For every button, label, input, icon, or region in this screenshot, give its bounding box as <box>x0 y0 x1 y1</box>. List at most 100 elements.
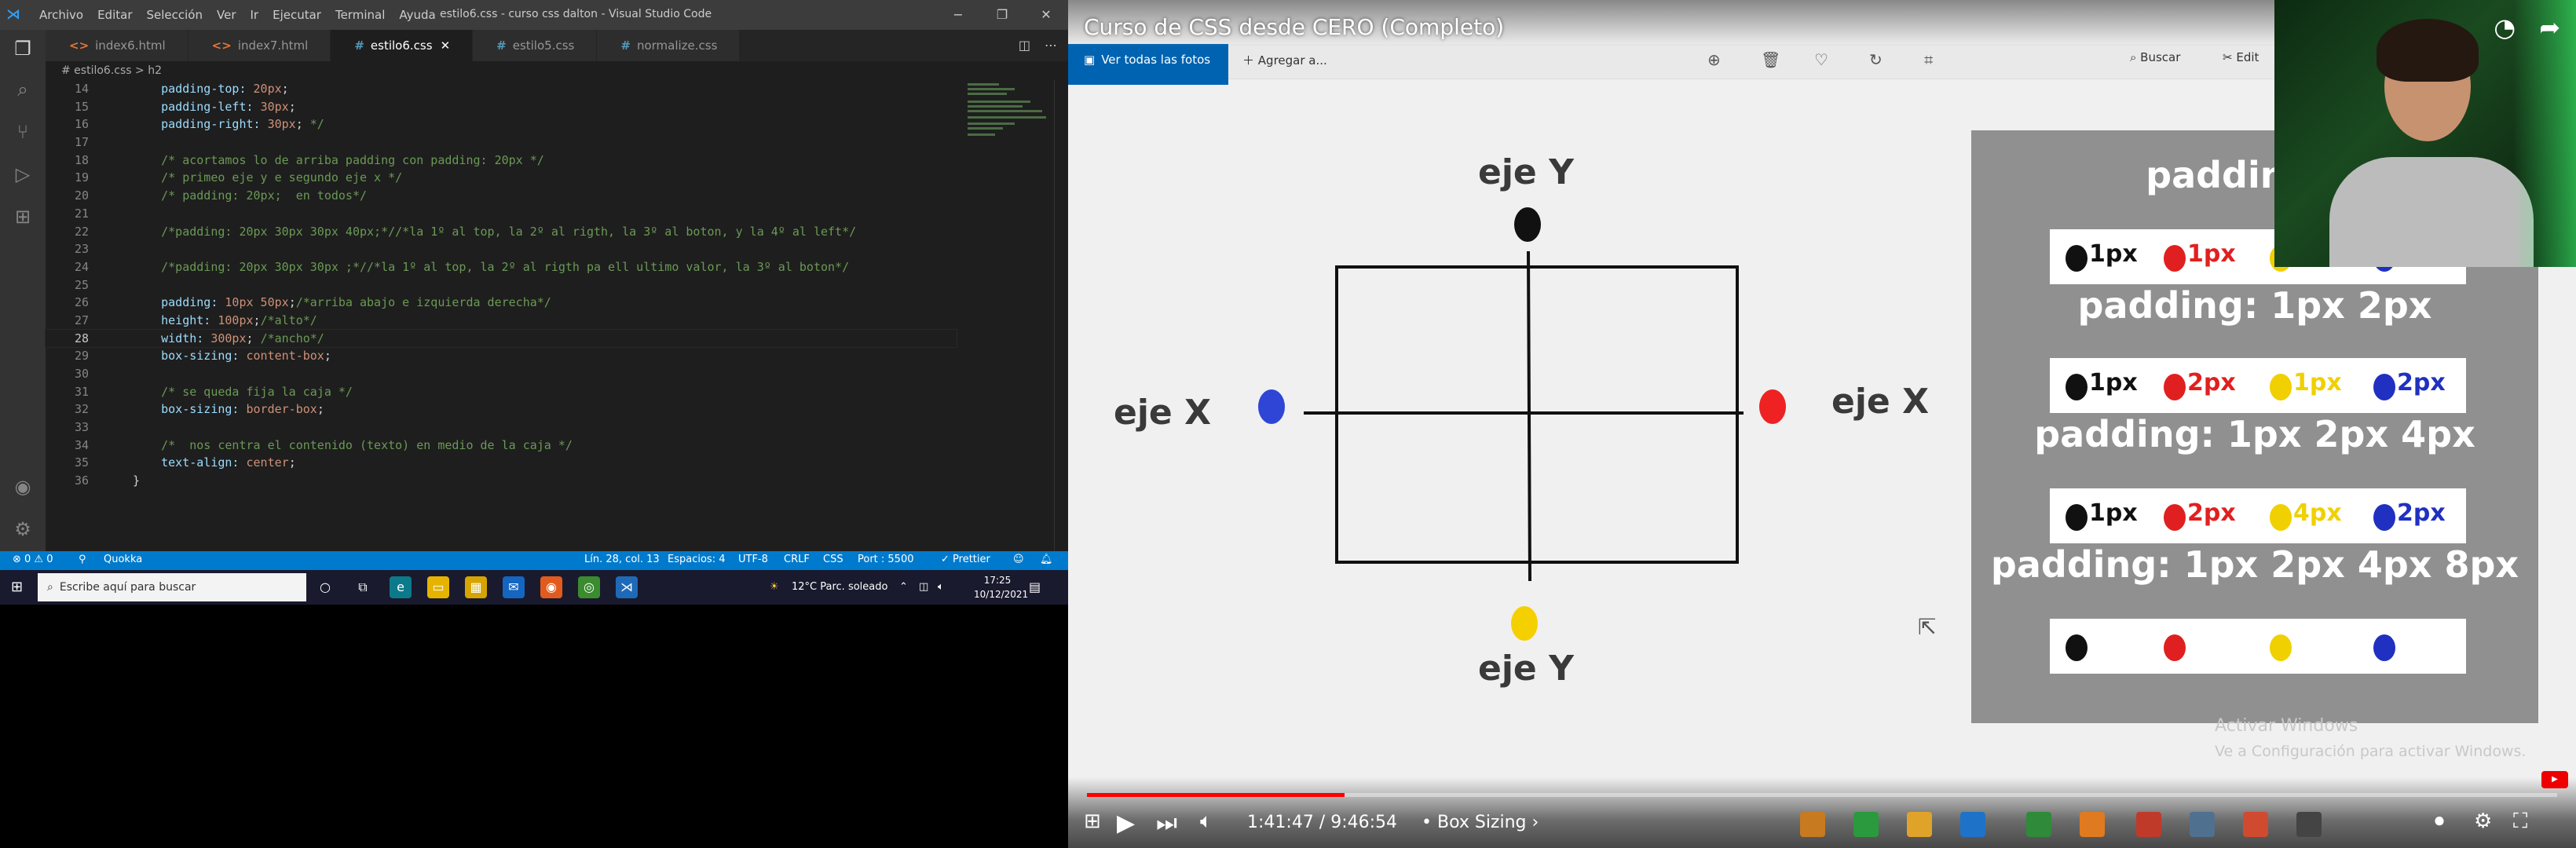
code-line[interactable]: 15 padding-left: 30px; <box>46 98 957 116</box>
maximize-button[interactable]: ❐ <box>980 0 1024 30</box>
explorer-icon[interactable]: ❐ <box>10 36 35 61</box>
store-icon[interactable]: ▦ <box>465 576 487 598</box>
source-control-icon[interactable]: ⑂ <box>10 119 35 144</box>
volume-icon[interactable]: 🔈︎ <box>1200 810 1213 834</box>
breadcrumb[interactable]: # estilo6.css > h2 <box>46 61 162 80</box>
settings-gear-icon[interactable]: ⚙ <box>2474 810 2492 833</box>
chrome-icon[interactable]: ◎ <box>578 576 600 598</box>
autoplay-toggle[interactable]: ⏺︎ <box>2435 810 2444 832</box>
language-mode[interactable]: CSS <box>823 554 843 565</box>
problems-indicator[interactable]: ⊗ 0 ⚠ 0 <box>13 554 53 565</box>
extensions-icon[interactable]: ⊞ <box>10 204 35 229</box>
watch-later-icon[interactable]: ◔ <box>2494 13 2516 42</box>
code-line[interactable]: 31 /* se queda fija la caja */ <box>46 383 957 401</box>
minimize-button[interactable]: − <box>936 0 980 30</box>
code-line[interactable]: 36} <box>46 472 957 490</box>
code-line[interactable]: 35 text-align: center; <box>46 454 957 472</box>
action-center-icon[interactable]: ▤ <box>1029 579 1041 594</box>
code-line[interactable]: 25 <box>46 276 957 294</box>
zoom-icon[interactable]: ⊕ <box>1707 50 1721 69</box>
code-line[interactable]: 20 /* padding: 20px; en todos*/ <box>46 187 957 205</box>
code-line[interactable]: 27 height: 100px;/*alto*/ <box>46 312 957 330</box>
cursor-position[interactable]: Lín. 28, col. 13 <box>584 554 660 565</box>
code-line[interactable]: 32 box-sizing: border-box; <box>46 400 957 419</box>
chapter-title[interactable]: • Box Sizing › <box>1422 813 1539 832</box>
quokka-status[interactable]: Quokka <box>104 554 142 565</box>
code-line[interactable]: 18 /* acortamos lo de arriba padding con… <box>46 152 957 170</box>
menu-item-editar[interactable]: Editar <box>97 8 132 22</box>
tray-chevron-icon[interactable]: ⌃ <box>899 581 908 593</box>
tab-normalize-css[interactable]: # normalize.css <box>597 30 741 61</box>
photos-search[interactable]: ⌕ Buscar <box>2130 50 2180 64</box>
account-icon[interactable]: ◉ <box>10 474 35 499</box>
menu-item-archivo[interactable]: Archivo <box>39 8 83 22</box>
code-line[interactable]: 33 <box>46 419 957 437</box>
next-button[interactable]: ⏭︎ <box>1156 810 1177 837</box>
quokka-icon[interactable]: ⚲ <box>79 554 86 565</box>
play-button[interactable]: ▶ <box>1117 810 1135 837</box>
code-line[interactable]: 30 <box>46 365 957 383</box>
task-view-icon[interactable]: ⧉ <box>352 576 374 598</box>
vscode-taskbar-icon[interactable]: ⋊ <box>616 576 638 598</box>
run-debug-icon[interactable]: ▷ <box>10 162 35 187</box>
split-editor-icon[interactable]: ◫ <box>1019 30 1030 61</box>
settings-gear-icon[interactable]: ⚙ <box>10 517 35 542</box>
prettier-status[interactable]: ✓ Prettier <box>941 554 990 565</box>
mail-icon[interactable]: ✉ <box>503 576 525 598</box>
code-line[interactable]: 14 padding-top: 20px; <box>46 80 957 98</box>
menu-item-ejecutar[interactable]: Ejecutar <box>273 8 321 22</box>
tab-index6-html[interactable]: <> index6.html <box>46 30 188 61</box>
code-line[interactable]: 34 /* nos centra el contenido (texto) en… <box>46 437 957 455</box>
video-title[interactable]: Curso de CSS desde CERO (Completo) <box>1084 14 1504 40</box>
code-line[interactable]: 22 /*padding: 20px 30px 30px 40px;*//*la… <box>46 223 957 241</box>
close-window-button[interactable]: ✕ <box>1024 0 1068 30</box>
favorite-heart-icon[interactable]: ♡ <box>1814 50 1828 69</box>
close-tab-icon[interactable]: ✕ <box>441 38 451 53</box>
windows-start-icon[interactable]: ⊞ <box>11 579 27 595</box>
code-line[interactable]: 24 /*padding: 20px 30px 30px ;*//*la 1º … <box>46 258 957 276</box>
firefox-icon[interactable]: ◉ <box>540 576 562 598</box>
minimap[interactable] <box>960 80 1054 557</box>
indent-spaces[interactable]: Espacios: 4 <box>668 554 725 565</box>
delete-icon[interactable]: 🗑︎ <box>1761 50 1780 69</box>
tab-index7-html[interactable]: <> index7.html <box>188 30 331 61</box>
volume-icon[interactable]: 🔈︎ <box>938 581 944 593</box>
network-icon[interactable]: ◫ <box>919 581 928 593</box>
menu-item-terminal[interactable]: Terminal <box>335 8 385 22</box>
taskbar-clock[interactable]: 17:25 10/12/2021 <box>974 573 1028 601</box>
add-to-button[interactable]: ＋ Agregar a... <box>1242 52 1327 68</box>
tab-estilo5-css[interactable]: # estilo5.css <box>473 30 598 61</box>
notifications-bell-icon[interactable]: 🔔︎ <box>1040 554 1053 565</box>
menu-item-ver[interactable]: Ver <box>217 8 236 22</box>
photos-edit[interactable]: ✂ Edit <box>2223 50 2259 64</box>
file-explorer-icon[interactable]: ▭ <box>427 576 449 598</box>
tab-estilo6-css[interactable]: # estilo6.css ✕ <box>331 30 474 61</box>
code-line[interactable]: 21 <box>46 205 957 223</box>
code-line[interactable]: 16 padding-right: 30px; */ <box>46 115 957 133</box>
progress-bar[interactable] <box>1087 793 2557 797</box>
taskbar-search[interactable]: ⌕ Escribe aquí para buscar <box>38 573 306 601</box>
code-editor[interactable]: 14 padding-top: 20px; 15 padding-left: 30… <box>45 80 957 557</box>
feedback-icon[interactable]: ☺ <box>1013 554 1024 565</box>
share-icon[interactable]: ➦ <box>2539 13 2560 42</box>
edge-icon[interactable]: e <box>390 576 412 598</box>
more-actions-icon[interactable]: ⋯ <box>1045 30 1057 61</box>
editor-scrollbar[interactable] <box>1054 80 1068 557</box>
rotate-icon[interactable]: ↻ <box>1869 50 1883 69</box>
fullscreen-icon[interactable]: ⛶ <box>2513 810 2527 834</box>
code-line[interactable]: 19 /* primeo eje y e segundo eje x */ <box>46 169 957 187</box>
menu-item-ayuda[interactable]: Ayuda <box>399 8 435 22</box>
weather-text[interactable]: 12°C Parc. soleado <box>792 581 887 593</box>
code-line[interactable]: 29 box-sizing: content-box; <box>46 347 957 365</box>
video-player[interactable]: Curso de CSS desde CERO (Completo) ▣ Ver … <box>1068 0 2576 848</box>
code-line[interactable]: 28 width: 300px; /*ancho*/ <box>45 328 957 349</box>
cortana-icon[interactable]: ○ <box>314 576 336 598</box>
search-icon[interactable]: ⌕ <box>10 77 35 102</box>
live-server-port[interactable]: Port : 5500 <box>858 554 914 565</box>
menu-item-ir[interactable]: Ir <box>251 8 259 22</box>
crop-icon[interactable]: ⌗ <box>1924 50 1933 69</box>
menu-item-selección[interactable]: Selección <box>147 8 203 22</box>
file-encoding[interactable]: UTF-8 <box>738 554 768 565</box>
code-line[interactable]: 23 <box>46 240 957 258</box>
code-line[interactable]: 17 <box>46 133 957 152</box>
